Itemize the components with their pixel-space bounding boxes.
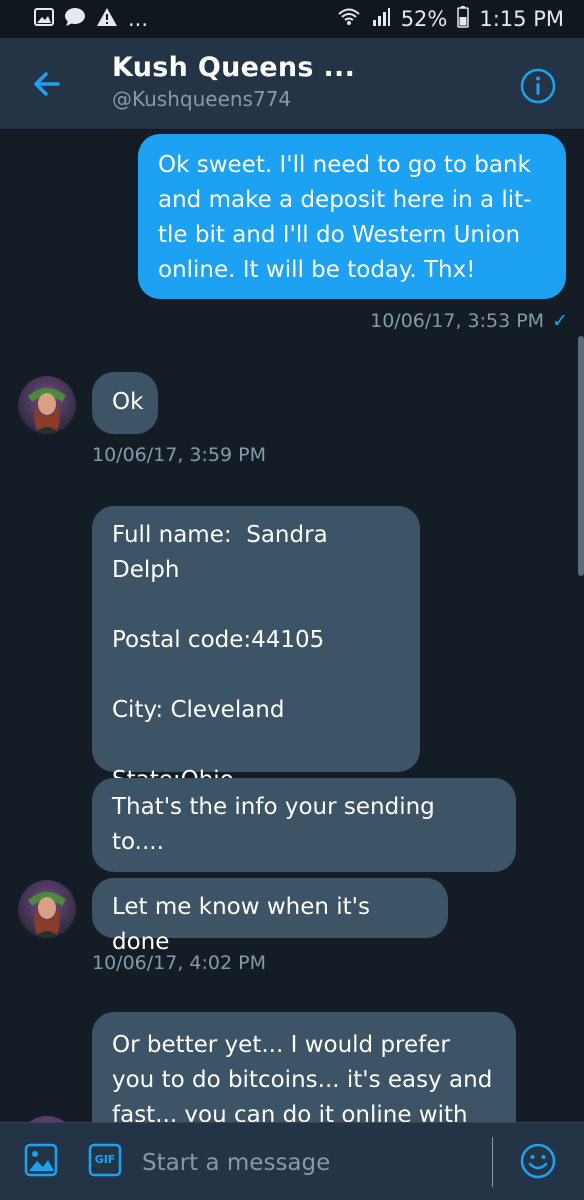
message-timestamp: 10/06/17, 3:59 PM	[92, 444, 266, 466]
conversation-handle: @Kushqueens774	[112, 87, 292, 111]
message-composer: GIF	[0, 1122, 584, 1200]
signal-icon	[371, 7, 391, 32]
clock: 1:15 PM	[479, 7, 564, 31]
warning-icon	[96, 7, 118, 32]
gif-button[interactable]: GIF	[88, 1143, 122, 1181]
battery-icon	[457, 5, 470, 33]
status-bar-more: ...	[128, 7, 149, 31]
info-button[interactable]	[520, 68, 556, 104]
emoji-button[interactable]	[520, 1143, 556, 1183]
incoming-message[interactable]: Let me know when it's done	[92, 878, 448, 955]
gif-label: GIF	[94, 1153, 116, 1166]
emoji-icon	[520, 1143, 556, 1179]
timestamp-text: 10/06/17, 3:53 PM	[370, 310, 545, 332]
composer-divider	[492, 1137, 493, 1187]
avatar[interactable]	[18, 376, 76, 434]
conversation-header: Kush Queens ... @Kushqueens774	[0, 38, 584, 130]
incoming-message[interactable]: Or better yet... I would prefer you to d…	[92, 1012, 516, 1122]
message-thread[interactable]: Ok sweet. I'll need to go to bank and ma…	[0, 130, 584, 1122]
conversation-title: Kush Queens ...	[112, 52, 356, 83]
wifi-icon	[337, 7, 361, 32]
outgoing-message[interactable]: Ok sweet. I'll need to go to bank and ma…	[138, 134, 566, 299]
message-timestamp: 10/06/17, 3:53 PM ✓	[370, 310, 568, 332]
status-bar-notifications: ...	[34, 7, 148, 32]
incoming-message[interactable]: Ok	[92, 372, 158, 434]
avatar[interactable]	[18, 880, 76, 938]
gallery-button[interactable]	[24, 1143, 58, 1181]
incoming-message[interactable]: Full name: Sandra Delph Postal code:4410…	[92, 506, 420, 793]
checkmark-icon: ✓	[552, 310, 568, 332]
status-bar-system: 52% 1:15 PM	[337, 5, 564, 33]
incoming-message[interactable]: That's the info your sending to....	[92, 778, 516, 872]
info-icon	[520, 68, 556, 104]
scrollbar[interactable]	[578, 336, 584, 576]
message-timestamp: 10/06/17, 4:02 PM	[92, 952, 266, 974]
battery-percent: 52%	[400, 7, 448, 31]
image-icon	[34, 7, 54, 31]
message-icon	[64, 7, 86, 32]
status-bar: ... 52% 1:15 PM	[0, 0, 584, 38]
gallery-icon	[24, 1143, 58, 1177]
back-button[interactable]	[26, 62, 70, 106]
conversation-title-block[interactable]: Kush Queens ... @Kushqueens774	[112, 52, 355, 111]
back-arrow-icon	[34, 72, 60, 96]
message-input[interactable]	[140, 1137, 474, 1189]
